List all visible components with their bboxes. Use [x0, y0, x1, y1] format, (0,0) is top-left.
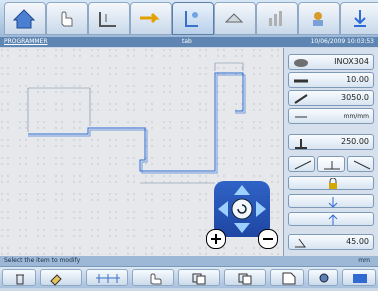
zoom-out-icon — [263, 238, 273, 240]
material-row[interactable]: INOX304 — [288, 54, 374, 70]
bottom-toolbar — [0, 266, 378, 288]
properties-panel: INOX304 10.00 3050.0 mm/mm 250.00 45.00 — [284, 48, 378, 256]
status-bar: PROGRAMMER tab 10/06/2009 10:03:53 — [0, 37, 378, 47]
graph-icon — [269, 11, 282, 26]
move-button[interactable] — [132, 269, 174, 286]
bend-icon — [99, 12, 116, 27]
window-button[interactable] — [342, 269, 376, 286]
length-icon — [295, 139, 307, 149]
angle-value: 45.00 — [346, 237, 369, 246]
thickness-value: 10.00 — [346, 75, 369, 84]
tab-download[interactable] — [340, 2, 378, 35]
document-button[interactable] — [270, 269, 304, 286]
arrow-icon — [140, 12, 160, 24]
unit-label: mm — [358, 257, 370, 264]
settings-icon — [319, 273, 329, 283]
tab-manual[interactable] — [46, 2, 88, 35]
copy-button-1[interactable] — [178, 269, 220, 286]
length-value: 250.00 — [341, 137, 369, 146]
segment-left-icon — [294, 160, 312, 170]
tab-icon — [185, 11, 198, 27]
zoom-in-button[interactable] — [206, 229, 226, 249]
bend-icon — [328, 197, 338, 208]
mode-center: tab — [182, 38, 192, 45]
zoom-out-button[interactable] — [258, 229, 278, 249]
segment-left[interactable] — [288, 156, 316, 172]
flip-row[interactable] — [288, 212, 374, 226]
arrow-down-icon — [234, 223, 250, 233]
lock-row[interactable] — [288, 176, 374, 190]
units-row[interactable]: mm/mm — [288, 108, 374, 124]
arrow-up-icon — [234, 185, 250, 195]
thickness-icon — [294, 79, 308, 83]
tab-programmer[interactable] — [172, 2, 214, 35]
units-value: mm/mm — [343, 113, 369, 120]
message-text: Select the item to modify — [4, 257, 81, 264]
edit-button[interactable] — [40, 269, 82, 286]
mode-label: PROGRAMMER — [4, 38, 48, 45]
segment-toggle-group — [288, 156, 374, 172]
navigation-pad[interactable] — [214, 181, 270, 237]
tab-bending[interactable] — [88, 2, 130, 35]
width-row[interactable]: 3050.0 — [288, 90, 374, 106]
download-icon — [354, 10, 366, 27]
flip-icon — [328, 214, 338, 225]
grid-icon — [96, 274, 120, 283]
hand-icon — [61, 11, 73, 27]
hand-icon — [150, 273, 162, 285]
grid-button[interactable] — [86, 269, 128, 286]
robot-icon — [313, 12, 323, 26]
top-toolbar — [0, 0, 378, 38]
segment-center[interactable] — [317, 156, 345, 172]
bend-row[interactable] — [288, 194, 374, 208]
length-row[interactable]: 250.00 — [288, 134, 374, 150]
zoom-in-icon — [211, 234, 221, 244]
trash-icon — [16, 274, 24, 285]
copy-icon — [238, 273, 252, 285]
settings-button[interactable] — [308, 269, 338, 286]
delete-button[interactable] — [2, 269, 36, 286]
segment-center-icon — [324, 161, 341, 170]
arrow-left-icon — [218, 201, 228, 217]
lock-icon — [329, 178, 337, 189]
segment-right-icon — [353, 160, 370, 170]
tool-icon — [224, 13, 244, 23]
arrow-right-icon — [256, 201, 266, 217]
tab-tools[interactable] — [214, 2, 256, 35]
reset-icon — [231, 198, 253, 220]
document-icon — [282, 272, 296, 285]
tab-arrow[interactable] — [130, 2, 172, 35]
edit-icon — [50, 274, 62, 286]
home-icon — [12, 9, 36, 29]
angle-row[interactable]: 45.00 — [288, 234, 374, 250]
material-icon — [294, 59, 308, 67]
material-value: INOX304 — [334, 57, 369, 66]
datetime: 10/06/2009 10:03:53 — [310, 38, 374, 45]
segment-right[interactable] — [346, 156, 374, 172]
nav-pad-icons — [218, 185, 266, 233]
tab-home[interactable] — [4, 2, 46, 35]
width-icon — [294, 94, 308, 104]
width-value: 3050.0 — [341, 93, 369, 102]
tab-stats[interactable] — [256, 2, 298, 35]
tab-robot[interactable] — [298, 2, 340, 35]
units-icon — [295, 116, 307, 118]
window-icon — [353, 274, 367, 283]
thickness-row[interactable]: 10.00 — [288, 72, 374, 88]
message-bar: Select the item to modify mm — [0, 256, 378, 266]
copy-button-2[interactable] — [224, 269, 266, 286]
angle-icon — [295, 238, 306, 248]
copy-icon — [192, 273, 206, 285]
